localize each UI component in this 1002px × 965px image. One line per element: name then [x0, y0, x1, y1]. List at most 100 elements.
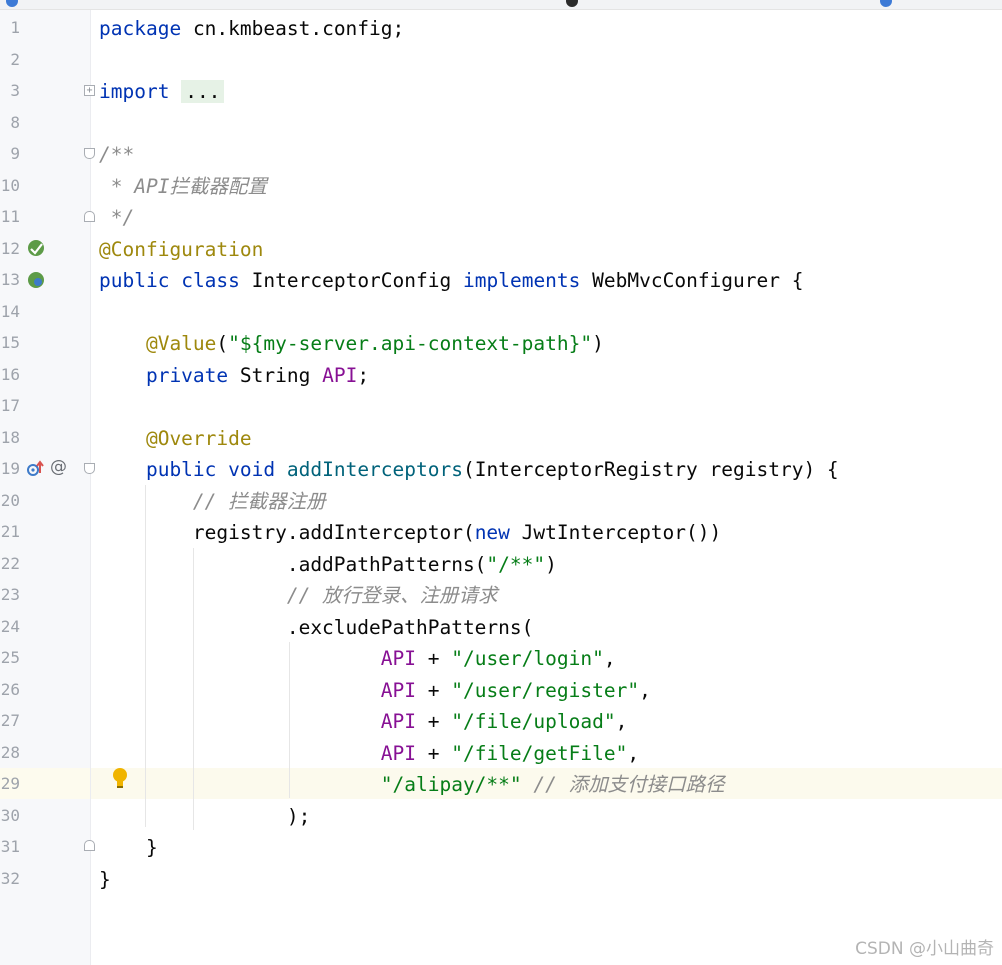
code-token: + [427, 647, 440, 670]
code-token: ( [216, 332, 229, 355]
code-token: @Value [99, 332, 217, 355]
code-line[interactable]: /** [99, 138, 134, 169]
line-number: 1 [10, 18, 20, 37]
code-token: ) [545, 552, 557, 576]
code-line[interactable]: API + "/file/upload", [99, 705, 628, 736]
code-token: "/user/register" [451, 678, 640, 702]
line-number: 21 [0, 522, 20, 541]
line-number: 3 [10, 81, 20, 100]
code-token: "/file/getFile" [451, 741, 628, 765]
line-number: 26 [0, 679, 20, 699]
fold-comment-end-icon[interactable] [84, 211, 95, 222]
line-number: 2 [10, 49, 20, 69]
fold-import-icon[interactable]: + [84, 85, 95, 96]
tab-icon[interactable] [6, 0, 18, 7]
code-token: cn.kmbeast.config; [192, 17, 405, 40]
line-number: 11 [0, 207, 20, 226]
code-line[interactable]: ); [99, 800, 311, 831]
spring-bean-icon[interactable] [26, 238, 46, 258]
code-line[interactable]: private String API; [99, 359, 369, 390]
watermark: CSDN @小山曲奇 [855, 939, 994, 959]
code-token: new [474, 521, 510, 544]
line-number: 29 [0, 774, 20, 793]
code-token: InterceptorConfig [251, 269, 452, 292]
line-number: 32 [0, 868, 20, 888]
code-token: import [99, 80, 170, 103]
code-line[interactable]: import ... [99, 75, 225, 106]
code-line[interactable]: registry.addInterceptor(new JwtIntercept… [99, 516, 721, 547]
code-token: /** [99, 143, 135, 166]
fold-comment-icon[interactable] [84, 148, 95, 159]
code-line[interactable]: API + "/user/login", [99, 642, 616, 673]
code-token: "/alipay/**" [99, 773, 522, 796]
code-token: API [99, 741, 416, 765]
code-token: */ [99, 206, 135, 229]
line-number: 30 [0, 805, 20, 825]
code-token: + [427, 678, 440, 702]
code-token: addInterceptors [286, 458, 463, 481]
line-number: 14 [0, 301, 20, 321]
line-number: 12 [0, 238, 20, 258]
code-token: + [427, 710, 440, 733]
code-line[interactable]: package cn.kmbeast.config; [99, 12, 404, 43]
code-line[interactable]: // 放行登录、注册请求 [99, 579, 498, 610]
code-token: * API拦截器配置 [99, 174, 267, 198]
code-line[interactable]: API + "/user/register", [99, 674, 651, 705]
code-line[interactable]: public void addInterceptors(InterceptorR… [99, 453, 839, 484]
code-line[interactable]: public class InterceptorConfig implement… [99, 264, 803, 295]
line-number: 23 [0, 585, 20, 604]
code-line[interactable]: @Value("${my-server.api-context-path}") [99, 327, 604, 358]
override-method-icon[interactable] [25, 459, 45, 479]
code-token: "${my-server.api-context-path}" [228, 332, 593, 355]
line-number: 15 [0, 333, 20, 352]
code-token: , [603, 647, 616, 670]
editor-tab-strip[interactable] [0, 0, 1002, 10]
line-number: 27 [0, 711, 20, 730]
code-token: + [427, 741, 440, 765]
line-number: 20 [0, 490, 20, 510]
spring-config-icon[interactable] [26, 270, 46, 290]
fold-method-end-icon[interactable] [84, 840, 95, 851]
code-line[interactable]: @Override [99, 422, 252, 453]
code-token: public [99, 269, 170, 292]
line-number: 31 [0, 837, 20, 856]
line-number: 19 [0, 459, 20, 478]
code-token: (InterceptorRegistry registry) { [462, 458, 839, 481]
fold-method-icon[interactable] [84, 463, 95, 474]
code-token: ) [592, 332, 604, 355]
code-token: , [639, 678, 651, 702]
code-line[interactable]: API + "/file/getFile", [99, 737, 639, 768]
line-number: 16 [0, 364, 20, 384]
line-number: 10 [0, 175, 20, 195]
code-token: , [615, 710, 628, 733]
code-line[interactable]: } [99, 863, 111, 894]
code-line[interactable]: */ [99, 201, 135, 232]
tab-icon[interactable] [880, 0, 892, 7]
code-line[interactable]: .addPathPatterns("/**") [99, 548, 557, 579]
code-token: private [99, 363, 229, 387]
code-token: // 放行登录、注册请求 [99, 584, 498, 607]
code-line[interactable]: // 拦截器注册 [99, 485, 326, 516]
code-token: ); [99, 804, 311, 828]
line-number: 28 [0, 742, 20, 762]
code-token: public [99, 458, 217, 481]
code-token: @Configuration [99, 237, 264, 261]
code-token: , [627, 741, 640, 765]
code-line[interactable]: @Configuration [99, 233, 263, 264]
code-token: String [239, 363, 311, 387]
code-token: "/**" [486, 552, 546, 576]
code-token: registry.addInterceptor( [99, 521, 475, 544]
code-line[interactable]: } [99, 831, 158, 862]
code-token: API [99, 678, 416, 702]
code-token: } [99, 836, 158, 859]
tab-icon[interactable] [566, 0, 578, 7]
folded-imports[interactable]: ... [181, 80, 225, 103]
code-line[interactable]: .excludePathPatterns( [99, 611, 534, 642]
at-annotation-icon[interactable]: @ [50, 457, 67, 477]
code-line[interactable]: * API拦截器配置 [99, 170, 267, 201]
code-token: } [99, 867, 111, 891]
code-token: void [228, 458, 276, 481]
code-token: WebMvcConfigurer { [592, 269, 804, 292]
line-number: 9 [10, 144, 20, 163]
code-line[interactable]: "/alipay/**" // 添加支付接口路径 [99, 768, 725, 799]
